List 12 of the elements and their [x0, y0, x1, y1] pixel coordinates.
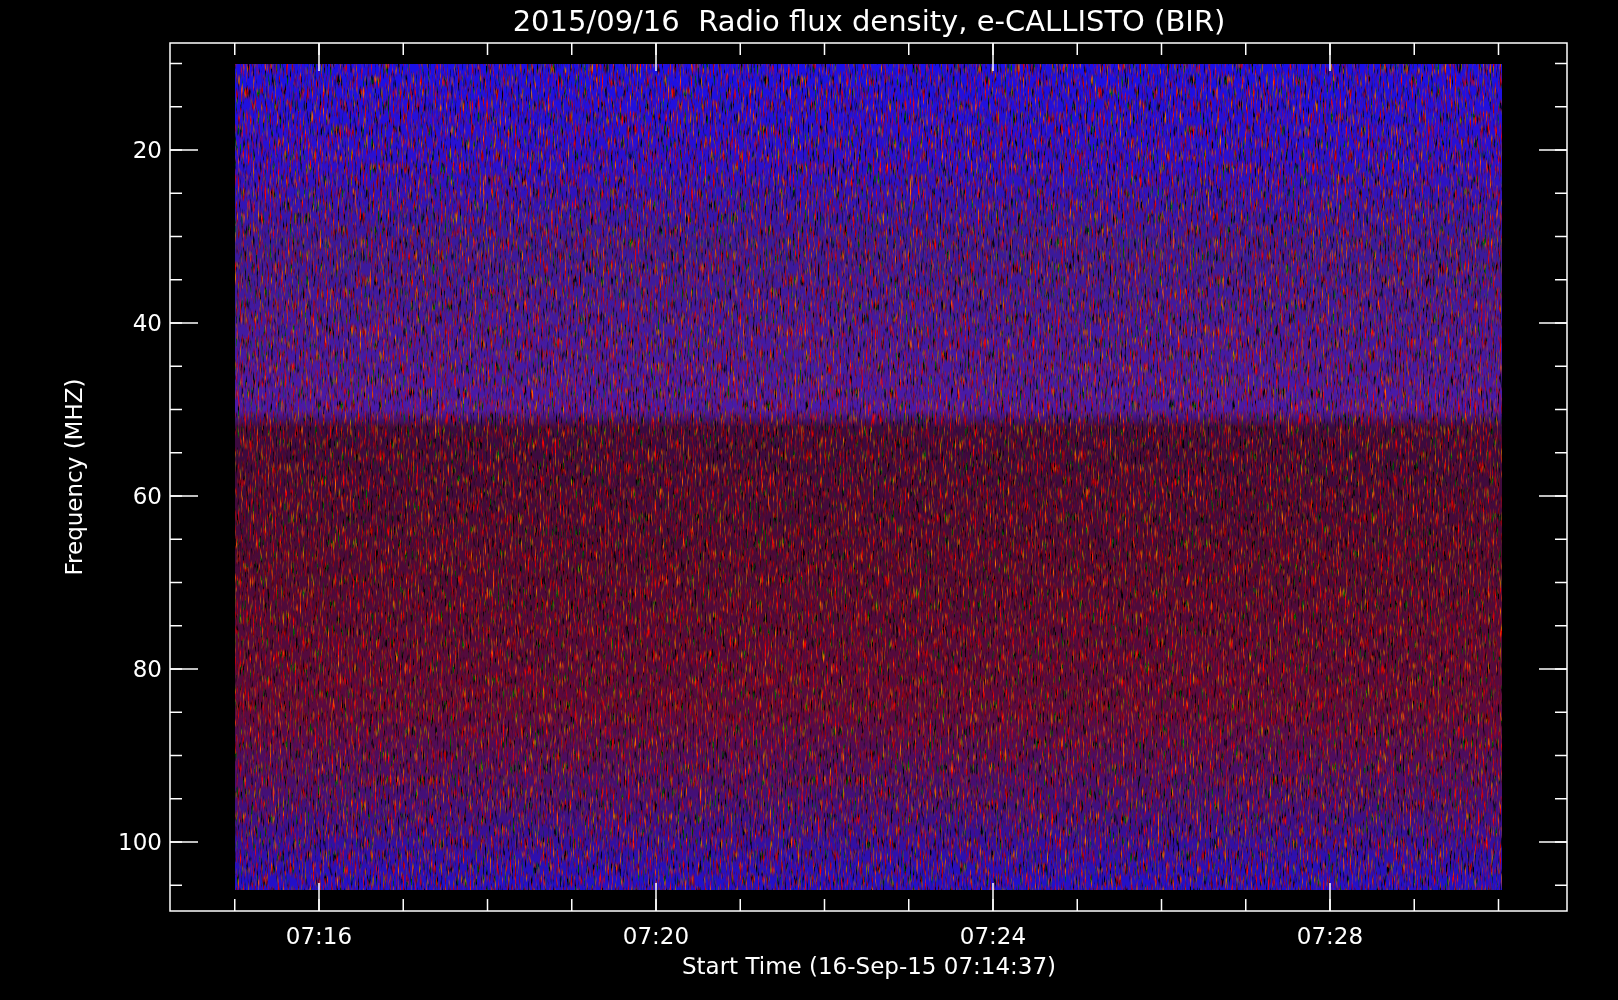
x-tick-label: 07:28	[1296, 923, 1364, 949]
x-tick-label: 07:20	[622, 923, 690, 949]
y-tick-label: 80	[132, 656, 162, 682]
y-tick-label: 100	[118, 829, 162, 855]
x-tick-label: 07:24	[959, 923, 1027, 949]
chart-title: 2015/09/16 Radio flux density, e-CALLISTO (BIR)	[512, 4, 1226, 38]
x-axis-label: Start Time (16-Sep-15 07:14:37)	[681, 953, 1057, 979]
y-tick-label: 20	[132, 137, 162, 163]
y-tick-label: 40	[132, 310, 162, 336]
y-axis-label: Frequency (MHZ)	[61, 378, 87, 576]
y-tick-label: 60	[132, 483, 162, 509]
x-tick-label: 07:16	[285, 923, 353, 949]
